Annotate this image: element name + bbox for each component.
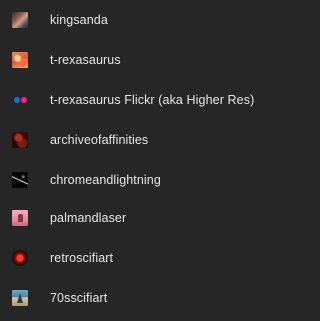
list-item-t-rexasaurus[interactable]: t-rexasaurus <box>0 40 268 80</box>
list-item-label: chromeandlightning <box>50 173 161 187</box>
70sscifiart-thumbnail-icon <box>12 290 28 306</box>
flickr-icon <box>12 92 28 108</box>
list-item-t-rexasaurus-flickr[interactable]: t-rexasaurus Flickr (aka Higher Res) <box>0 80 268 120</box>
list-item-label: t-rexasaurus Flickr (aka Higher Res) <box>50 93 255 107</box>
list-item-label: archiveofaffinities <box>50 133 149 147</box>
list-item-chromeandlightning[interactable]: chromeandlightning <box>0 160 268 200</box>
list-item-palmandlaser[interactable]: palmandlaser <box>0 198 268 238</box>
list-item-label: kingsanda <box>50 13 108 27</box>
list-item-archiveofaffinities[interactable]: archiveofaffinities <box>0 120 268 160</box>
t-rexasaurus-thumbnail-icon <box>12 52 28 68</box>
archiveofaffinities-thumbnail-icon <box>12 132 28 148</box>
link-list: kingsanda t-rexasaurus t-rexasaurus Flic… <box>0 0 268 321</box>
list-item-label: 70sscifiart <box>50 291 108 305</box>
list-item-70sscifiart[interactable]: 70sscifiart <box>0 278 268 318</box>
list-item-kingsanda[interactable]: kingsanda <box>0 0 268 40</box>
list-item-label: t-rexasaurus <box>50 53 121 67</box>
list-item-retroscifiart[interactable]: retroscifiart <box>0 238 268 278</box>
retroscifiart-thumbnail-icon <box>12 250 28 266</box>
palmandlaser-thumbnail-icon <box>12 210 28 226</box>
list-item-label: retroscifiart <box>50 251 114 265</box>
flickr-pink-dot <box>21 97 27 103</box>
kingsanda-thumbnail-icon <box>12 12 28 28</box>
flickr-blue-dot <box>14 97 20 103</box>
chromeandlightning-thumbnail-icon <box>12 172 28 188</box>
list-item-label: palmandlaser <box>50 211 127 225</box>
